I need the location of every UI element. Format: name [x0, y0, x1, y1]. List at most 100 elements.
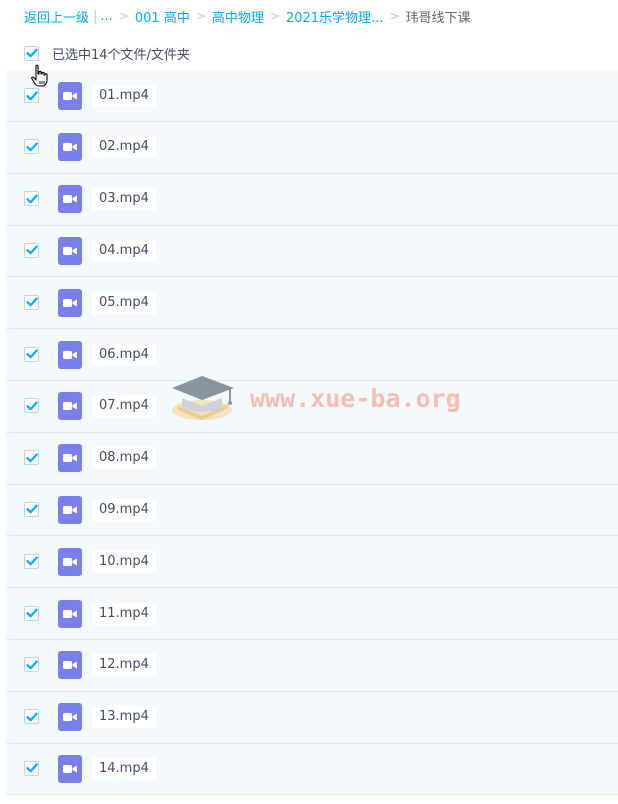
- video-file-icon: [58, 288, 82, 317]
- file-name[interactable]: 02.mp4: [92, 136, 156, 159]
- checkmark-icon: [25, 349, 38, 359]
- file-checkbox[interactable]: [24, 139, 39, 155]
- file-name[interactable]: 09.mp4: [92, 498, 156, 521]
- file-checkbox[interactable]: [24, 553, 39, 569]
- breadcrumb-item-course[interactable]: 2021乐学物理...: [286, 7, 383, 26]
- checkmark-icon: [25, 660, 38, 670]
- file-name[interactable]: 12.mp4: [92, 654, 156, 677]
- video-camera-icon: [63, 402, 77, 411]
- watermark-text: www.xue-ba.org: [250, 383, 461, 413]
- breadcrumb-item-high-school[interactable]: 001 高中: [135, 7, 190, 26]
- checkmark-icon: [25, 194, 38, 203]
- file-row[interactable]: 14.mp4: [6, 743, 618, 796]
- video-camera-icon: [63, 92, 77, 100]
- video-camera-icon: [63, 557, 77, 566]
- breadcrumb-item-physics[interactable]: 高中物理: [212, 7, 264, 26]
- hand-pointer-icon: [31, 64, 48, 87]
- video-file-icon: [58, 185, 82, 214]
- checkmark-icon: [25, 763, 38, 773]
- video-file-icon: [58, 703, 82, 732]
- select-all-checkbox[interactable]: [24, 45, 39, 61]
- file-checkbox[interactable]: [24, 709, 39, 725]
- file-checkbox[interactable]: [24, 501, 39, 517]
- video-file-icon: [58, 444, 82, 473]
- file-name[interactable]: 01.mp4: [92, 85, 156, 107]
- selection-count-text: 已选中14个文件/文件夹: [52, 47, 190, 63]
- file-checkbox[interactable]: [24, 605, 39, 621]
- checkmark-icon: [25, 712, 38, 721]
- breadcrumb-separator: >: [269, 9, 280, 23]
- video-camera-icon: [63, 764, 77, 773]
- file-checkbox[interactable]: [24, 346, 39, 362]
- video-camera-icon: [63, 454, 77, 463]
- file-checkbox[interactable]: [24, 191, 39, 207]
- checkmark-icon: [25, 245, 38, 255]
- breadcrumb-separator: >: [118, 9, 129, 23]
- checkmark-icon: [25, 91, 38, 100]
- breadcrumb-separator: >: [195, 9, 206, 23]
- file-row[interactable]: 03.mp4: [6, 173, 618, 226]
- video-camera-icon: [63, 143, 77, 152]
- file-name[interactable]: 03.mp4: [92, 188, 156, 211]
- checkmark-icon: [25, 401, 38, 411]
- file-name[interactable]: 07.mp4: [92, 395, 156, 418]
- video-camera-icon: [63, 609, 77, 618]
- file-row[interactable]: 04.mp4: [6, 225, 618, 278]
- file-row[interactable]: 11.mp4: [6, 588, 618, 640]
- video-file-icon: [58, 236, 82, 265]
- watermark: www.xue-ba.org: [170, 372, 461, 424]
- file-name[interactable]: 14.mp4: [92, 757, 156, 780]
- selection-bar: 已选中14个文件/文件夹: [24, 44, 190, 63]
- video-file-icon: [58, 495, 82, 524]
- file-name[interactable]: 08.mp4: [92, 447, 156, 470]
- checkmark-icon: [25, 453, 38, 462]
- file-checkbox[interactable]: [24, 88, 39, 103]
- file-list: 01.mp4 02.mp4 03.mp4 04.mp4 05.mp4 06.mp4 07.m…: [6, 71, 618, 796]
- file-row[interactable]: 05.mp4: [6, 277, 618, 330]
- breadcrumb-separator: >: [389, 9, 400, 23]
- back-link[interactable]: 返回上一级: [24, 7, 89, 26]
- file-row[interactable]: 13.mp4: [6, 691, 618, 744]
- video-camera-icon: [63, 195, 77, 204]
- file-row[interactable]: 01.mp4: [6, 71, 618, 122]
- video-camera-icon: [63, 350, 77, 359]
- video-file-icon: [58, 133, 82, 162]
- file-name[interactable]: 06.mp4: [92, 343, 156, 366]
- file-checkbox[interactable]: [24, 242, 39, 258]
- breadcrumb: 返回上一级 | ... > 001 高中 > 高中物理 > 2021乐学物理..…: [24, 7, 471, 26]
- graduation-cap-icon: [172, 376, 234, 420]
- checkmark-icon: [25, 504, 38, 514]
- file-name[interactable]: 11.mp4: [92, 602, 156, 625]
- file-row[interactable]: 09.mp4: [6, 484, 618, 537]
- video-file-icon: [58, 340, 82, 369]
- file-row[interactable]: 10.mp4: [6, 536, 618, 589]
- video-file-icon: [58, 82, 82, 110]
- video-camera-icon: [63, 713, 77, 722]
- video-file-icon: [58, 547, 82, 576]
- file-checkbox[interactable]: [24, 294, 39, 310]
- video-camera-icon: [63, 661, 77, 670]
- checkmark-icon: [25, 297, 38, 307]
- breadcrumb-current: 玮哥线下课: [405, 10, 471, 26]
- checkmark-icon: [25, 142, 38, 152]
- breadcrumb-ellipsis[interactable]: ...: [100, 9, 112, 24]
- video-file-icon: [58, 754, 82, 783]
- video-camera-icon: [63, 246, 77, 255]
- file-checkbox[interactable]: [24, 657, 39, 673]
- file-name[interactable]: 05.mp4: [92, 291, 156, 314]
- file-row[interactable]: 12.mp4: [6, 639, 618, 692]
- video-file-icon: [58, 599, 82, 628]
- file-checkbox[interactable]: [24, 450, 39, 466]
- video-camera-icon: [63, 505, 77, 514]
- file-row[interactable]: 02.mp4: [6, 122, 618, 174]
- file-row[interactable]: 08.mp4: [6, 432, 618, 485]
- file-checkbox[interactable]: [24, 760, 39, 776]
- file-name[interactable]: 10.mp4: [92, 550, 156, 573]
- video-file-icon: [58, 651, 82, 680]
- breadcrumb-divider: |: [93, 8, 98, 24]
- checkmark-icon: [25, 556, 38, 566]
- file-checkbox[interactable]: [24, 398, 39, 414]
- file-name[interactable]: 04.mp4: [92, 239, 156, 262]
- file-name[interactable]: 13.mp4: [92, 706, 156, 729]
- video-file-icon: [58, 392, 82, 421]
